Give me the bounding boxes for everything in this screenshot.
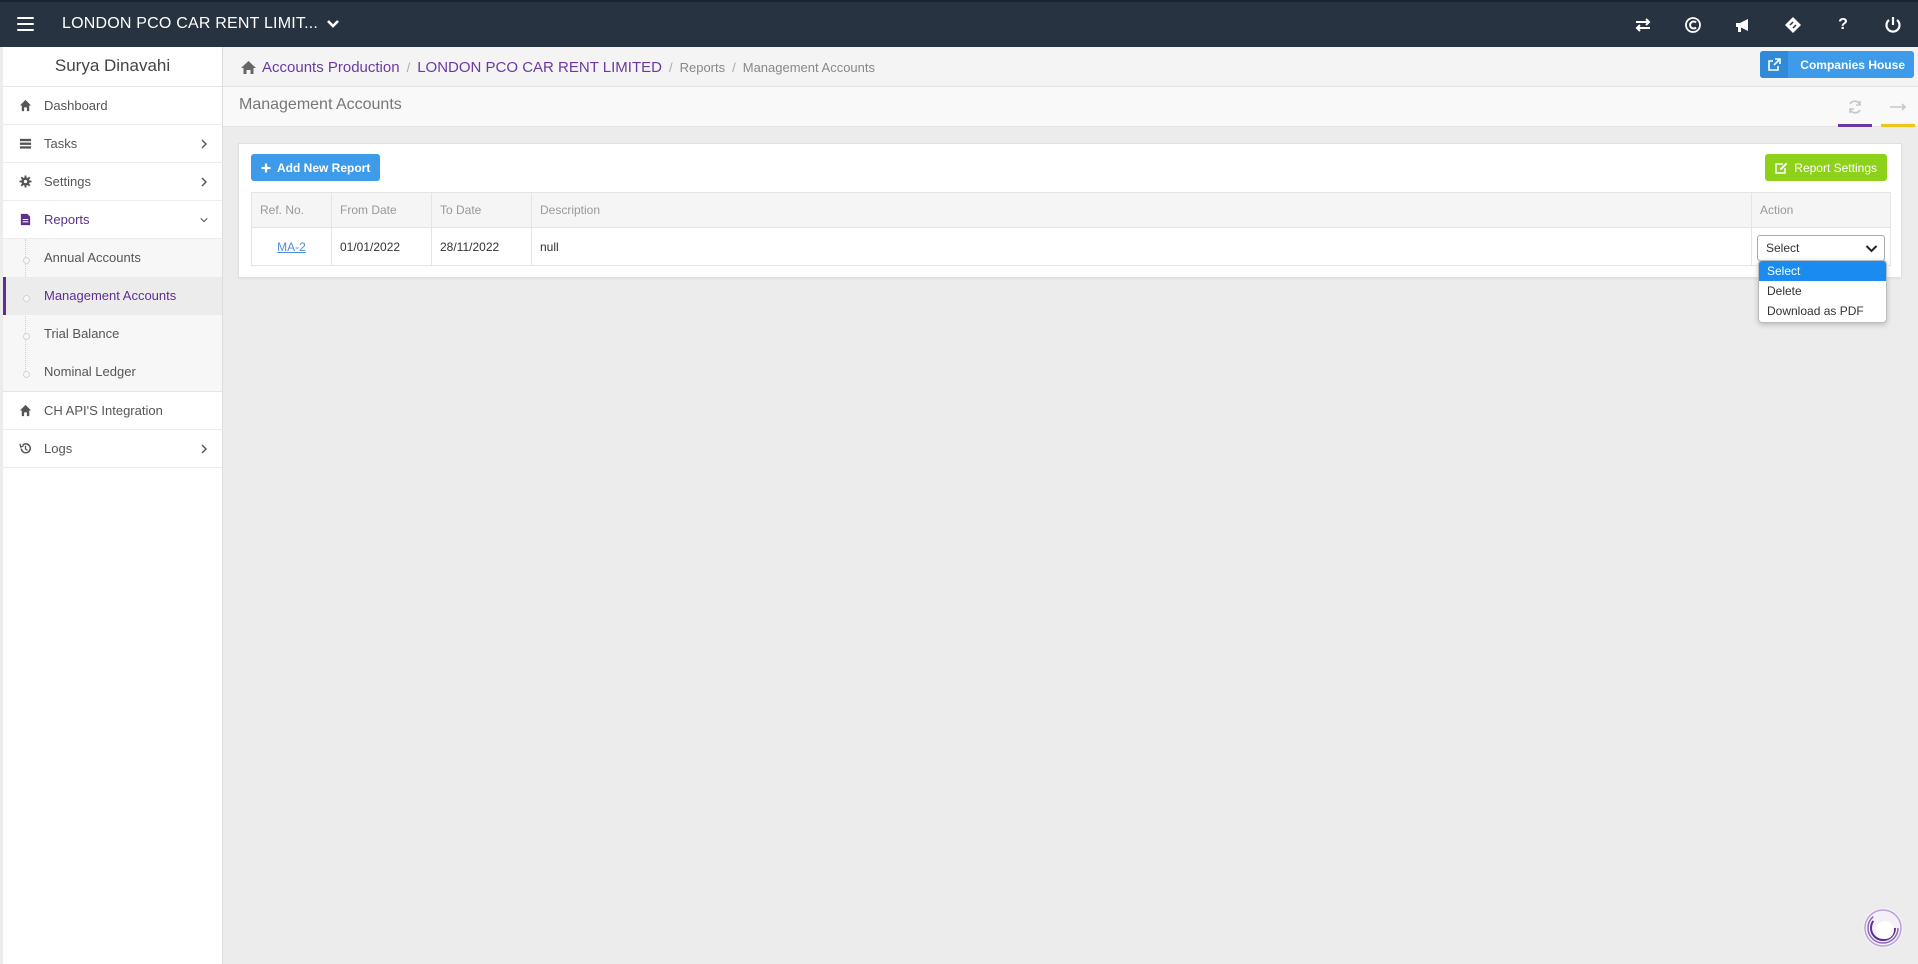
cell-to-date: 28/11/2022 [431,227,532,266]
tasks-icon [19,138,32,149]
chat-widget-icon[interactable] [1861,906,1905,950]
dropdown-option-select[interactable]: Select [1759,261,1886,281]
breadcrumb-accounts-production[interactable]: Accounts Production [262,59,400,76]
report-settings-button[interactable]: Report Settings [1765,154,1887,181]
home-icon [19,99,32,112]
sidebar-subitem-management-accounts[interactable]: Management Accounts [3,277,222,315]
report-ref-link[interactable]: MA-2 [277,240,306,254]
refresh-icon [1849,100,1861,114]
action-dropdown-menu: Select Delete Download as PDF [1758,260,1887,323]
action-select[interactable]: Select [1757,235,1885,261]
gear-icon [19,175,32,188]
top-bar: LONDON PCO CAR RENT LIMIT... ? [0,0,1918,47]
breadcrumb-separator: / [406,59,411,75]
ticket-icon[interactable] [1768,2,1818,47]
user-name: Surya Dinavahi [3,47,222,87]
history-icon [19,443,31,454]
column-header-action: Action [1751,192,1891,228]
plus-icon [261,163,271,172]
chevron-right-icon [201,139,207,149]
column-header-to-date: To Date [431,192,532,228]
chevron-down-icon [200,218,208,223]
sidebar-item-logs[interactable]: Logs [3,430,222,468]
companies-house-label: Companies House [1800,57,1905,72]
home-icon[interactable] [240,60,257,75]
sidebar-item-label: Reports [44,212,90,227]
reports-panel: Add New Report Report Settings Ref. No. … [238,143,1902,278]
action-select-value: Select [1766,241,1800,255]
external-link-icon [1767,58,1781,71]
breadcrumb-bar: Accounts Production / LONDON PCO CAR REN… [223,47,1918,87]
refresh-button[interactable] [1836,87,1874,127]
sidebar-item-reports[interactable]: Reports [3,201,222,239]
file-icon [20,213,31,226]
chevron-right-icon [201,444,207,454]
chevron-right-icon [201,177,207,187]
reports-submenu: Annual Accounts Management Accounts Tria… [3,239,222,392]
sidebar: Surya Dinavahi Dashboard Tasks Settings … [3,47,223,964]
report-settings-label: Report Settings [1794,160,1877,175]
dropdown-option-download-pdf[interactable]: Download as PDF [1759,301,1886,321]
refresh-accent-bar [1838,124,1872,127]
add-new-report-button[interactable]: Add New Report [251,154,381,181]
home-icon [19,404,32,417]
expand-accent-bar [1881,124,1915,127]
sidebar-item-label: Tasks [44,136,78,151]
transfer-icon[interactable] [1618,2,1668,47]
arrows-horizontal-icon [1890,103,1907,111]
table-row: MA-2 01/01/2022 28/11/2022 null Select [251,227,1891,266]
page-title: Management Accounts [239,96,402,113]
bullhorn-icon[interactable] [1718,2,1768,47]
sidebar-item-label: CH API'S Integration [44,403,163,418]
chevron-down-icon [1865,245,1878,253]
column-header-ref: Ref. No. [251,192,332,228]
expand-button[interactable] [1879,87,1917,127]
company-selector[interactable]: LONDON PCO CAR RENT LIMIT... [62,15,340,33]
power-icon[interactable] [1868,2,1918,47]
add-new-report-label: Add New Report [277,160,371,175]
sidebar-item-ch-api-integration[interactable]: CH API'S Integration [3,392,222,430]
page-header: Management Accounts [223,87,1918,127]
breadcrumb-reports[interactable]: Reports [680,60,726,75]
menu-toggle-icon[interactable] [17,17,34,31]
chevron-down-icon [327,20,339,28]
sidebar-subitem-trial-balance[interactable]: Trial Balance [3,315,222,353]
column-header-from-date: From Date [331,192,432,228]
sidebar-item-tasks[interactable]: Tasks [3,125,222,163]
table-header-row: Ref. No. From Date To Date Description A… [251,192,1891,228]
breadcrumb-separator: / [732,59,736,75]
sidebar-subitem-nominal-ledger[interactable]: Nominal Ledger [3,353,222,391]
breadcrumb-separator: / [668,59,673,75]
sidebar-item-label: Logs [44,441,73,456]
sidebar-item-settings[interactable]: Settings [3,163,222,201]
sidebar-subitem-annual-accounts[interactable]: Annual Accounts [3,239,222,277]
sidebar-item-label: Dashboard [44,98,108,113]
cell-from-date: 01/01/2022 [331,227,432,266]
help-icon[interactable]: ? [1818,2,1868,47]
cell-description: null [531,227,1752,266]
breadcrumb-current: Management Accounts [742,59,875,75]
companies-house-button[interactable]: Companies House [1760,51,1914,78]
company-name: LONDON PCO CAR RENT LIMIT... [62,15,319,32]
copyright-icon[interactable] [1668,2,1718,47]
breadcrumb: Accounts Production / LONDON PCO CAR REN… [240,47,875,87]
edit-icon [1775,162,1788,174]
sidebar-item-label: Settings [44,174,91,189]
dropdown-option-delete[interactable]: Delete [1759,281,1886,301]
reports-table: Ref. No. From Date To Date Description A… [251,192,1891,266]
column-header-description: Description [531,192,1752,228]
sidebar-item-dashboard[interactable]: Dashboard [3,87,222,125]
breadcrumb-company[interactable]: LONDON PCO CAR RENT LIMITED [417,59,662,76]
